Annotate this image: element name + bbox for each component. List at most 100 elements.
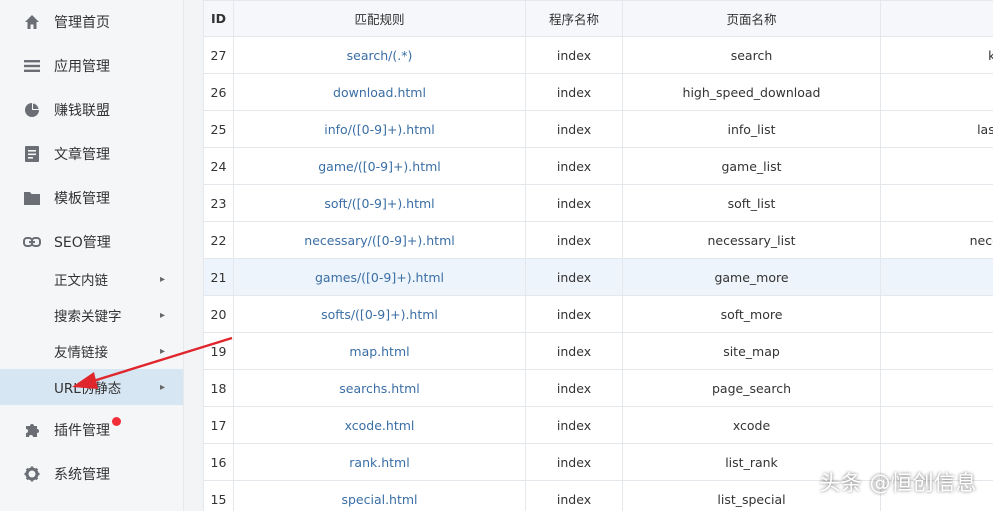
- table-row[interactable]: 25info/([0-9]+).htmlindexinfo_listlast_c…: [203, 110, 993, 148]
- sidebar-item-union[interactable]: 赚钱联盟: [0, 88, 183, 132]
- table-row[interactable]: 20softs/([0-9]+).htmlindexsoft_morecate_…: [203, 295, 993, 333]
- cell-id: 17: [203, 406, 234, 444]
- submenu-item-search-keywords[interactable]: 搜索关键字 ▸: [0, 297, 183, 333]
- cell-param: [880, 332, 993, 370]
- cell-page: site_map: [622, 332, 881, 370]
- cell-page: soft_list: [622, 184, 881, 222]
- cell-id: 16: [203, 443, 234, 481]
- sidebar: 管理首页 应用管理 赚钱联盟 文章管理 模板管理 SEO管理 正文内链 ▸ 搜索…: [0, 0, 184, 511]
- cell-param: [880, 73, 993, 111]
- table-row[interactable]: 27search/(.*)indexsearchkeywor: [203, 36, 993, 74]
- cell-rule[interactable]: softs/([0-9]+).html: [233, 295, 526, 333]
- chevron-right-icon: ▸: [160, 309, 166, 321]
- cell-program: index: [525, 221, 623, 259]
- sidebar-item-apps[interactable]: 应用管理: [0, 44, 183, 88]
- cell-rule[interactable]: necessary/([0-9]+).html: [233, 221, 526, 259]
- cell-program: index: [525, 295, 623, 333]
- submenu-item-label: 正文内链: [54, 273, 108, 289]
- cell-program: index: [525, 184, 623, 222]
- table-row[interactable]: 18 searchs.html index page_search: [203, 369, 993, 407]
- cell-id: 21: [203, 258, 234, 296]
- submenu-item-friend-links[interactable]: 友情链接 ▸: [0, 333, 183, 369]
- chevron-right-icon: ▸: [160, 345, 166, 357]
- gear-icon: [23, 465, 41, 483]
- cell-id: 19: [203, 332, 234, 370]
- cell-param: necessary: [880, 221, 993, 259]
- table-row[interactable]: 22 necessary/([0-9]+).html index necessary_…: [203, 221, 993, 259]
- chevron-right-icon: ▸: [160, 381, 166, 393]
- link-icon: [23, 233, 41, 251]
- column-header-id[interactable]: ID: [203, 0, 234, 37]
- cell-rule[interactable]: info/([0-9]+).html: [233, 110, 526, 148]
- cell-program: index: [525, 443, 623, 481]
- cell-id: 18: [203, 369, 234, 407]
- cell-page: page_search: [622, 369, 881, 407]
- cell-rule[interactable]: xcode.html: [233, 406, 526, 444]
- sidebar-item-system[interactable]: 系统管理: [0, 452, 183, 496]
- cell-id: 20: [203, 295, 234, 333]
- table-row[interactable]: 21games/([0-9]+).htmlindexgame_morecate_…: [203, 258, 993, 296]
- cell-rule[interactable]: searchs.html: [233, 369, 526, 407]
- folder-icon: [23, 189, 41, 207]
- cell-page: high_speed_download: [622, 73, 881, 111]
- sidebar-item-plugins[interactable]: 插件管理: [0, 408, 183, 452]
- sidebar-item-label: 赚钱联盟: [54, 103, 110, 119]
- column-header-params[interactable]: 参数: [880, 0, 993, 37]
- sidebar-item-label: 管理首页: [54, 15, 110, 31]
- cell-param: last_cate: [880, 110, 993, 148]
- sidebar-item-label: 应用管理: [54, 59, 110, 75]
- cell-param: cate_i: [880, 295, 993, 333]
- cell-rule[interactable]: map.html: [233, 332, 526, 370]
- submenu-item-url-rewrite[interactable]: URL伪静态 ▸: [0, 369, 183, 405]
- cell-program: index: [525, 406, 623, 444]
- column-header-rule[interactable]: 匹配规则: [233, 0, 526, 37]
- table-row[interactable]: 19 map.html index site_map: [203, 332, 993, 370]
- cell-rule[interactable]: search/(.*): [233, 36, 526, 74]
- submenu-item-label: URL伪静态: [54, 381, 122, 397]
- cell-rule[interactable]: rank.html: [233, 443, 526, 481]
- pie-chart-icon: [23, 101, 41, 119]
- cell-rule[interactable]: game/([0-9]+).html: [233, 147, 526, 185]
- sidebar-item-templates[interactable]: 模板管理: [0, 176, 183, 220]
- cell-id: 25: [203, 110, 234, 148]
- sidebar-item-label: 插件管理: [54, 423, 110, 439]
- cell-program: index: [525, 73, 623, 111]
- notification-badge: [112, 417, 121, 426]
- table-row[interactable]: 24game/([0-9]+).htmlindexgame_listcate_i: [203, 147, 993, 185]
- cell-program: index: [525, 110, 623, 148]
- cell-program: index: [525, 147, 623, 185]
- cell-page: search: [622, 36, 881, 74]
- sidebar-item-label: 文章管理: [54, 147, 110, 163]
- table-row[interactable]: 17 xcode.html index xcode: [203, 406, 993, 444]
- cell-param: keywor: [880, 36, 993, 74]
- cell-rule[interactable]: download.html: [233, 73, 526, 111]
- cell-program: index: [525, 36, 623, 74]
- sidebar-item-label: 系统管理: [54, 467, 110, 483]
- submenu-item-label: 友情链接: [54, 345, 108, 361]
- sidebar-item-home[interactable]: 管理首页: [0, 0, 183, 44]
- cell-page: necessary_list: [622, 221, 881, 259]
- sidebar-item-seo[interactable]: SEO管理: [0, 220, 183, 264]
- cell-program: index: [525, 369, 623, 407]
- cell-id: 27: [203, 36, 234, 74]
- cell-param: cate_i: [880, 184, 993, 222]
- url-rewrite-table-container: ID 匹配规则 程序名称 页面名称 参数 27search/(.*)indexs…: [203, 0, 993, 511]
- column-header-program[interactable]: 程序名称: [525, 0, 623, 37]
- column-header-page[interactable]: 页面名称: [622, 0, 881, 37]
- submenu-item-label: 搜索关键字: [54, 309, 122, 325]
- puzzle-icon: [23, 421, 41, 439]
- document-icon: [23, 145, 41, 163]
- cell-program: index: [525, 332, 623, 370]
- cell-rule[interactable]: soft/([0-9]+).html: [233, 184, 526, 222]
- cell-page: game_more: [622, 258, 881, 296]
- cell-page: soft_more: [622, 295, 881, 333]
- submenu-item-inner-links[interactable]: 正文内链 ▸: [0, 261, 183, 297]
- home-icon: [23, 13, 41, 31]
- cell-rule[interactable]: games/([0-9]+).html: [233, 258, 526, 296]
- cell-rule[interactable]: special.html: [233, 480, 526, 511]
- sidebar-item-articles[interactable]: 文章管理: [0, 132, 183, 176]
- table-row[interactable]: 26 download.html index high_speed_download: [203, 73, 993, 111]
- table-row[interactable]: 23soft/([0-9]+).htmlindexsoft_listcate_i: [203, 184, 993, 222]
- cell-page: info_list: [622, 110, 881, 148]
- watermark: 头条 @恒创信息: [819, 471, 977, 495]
